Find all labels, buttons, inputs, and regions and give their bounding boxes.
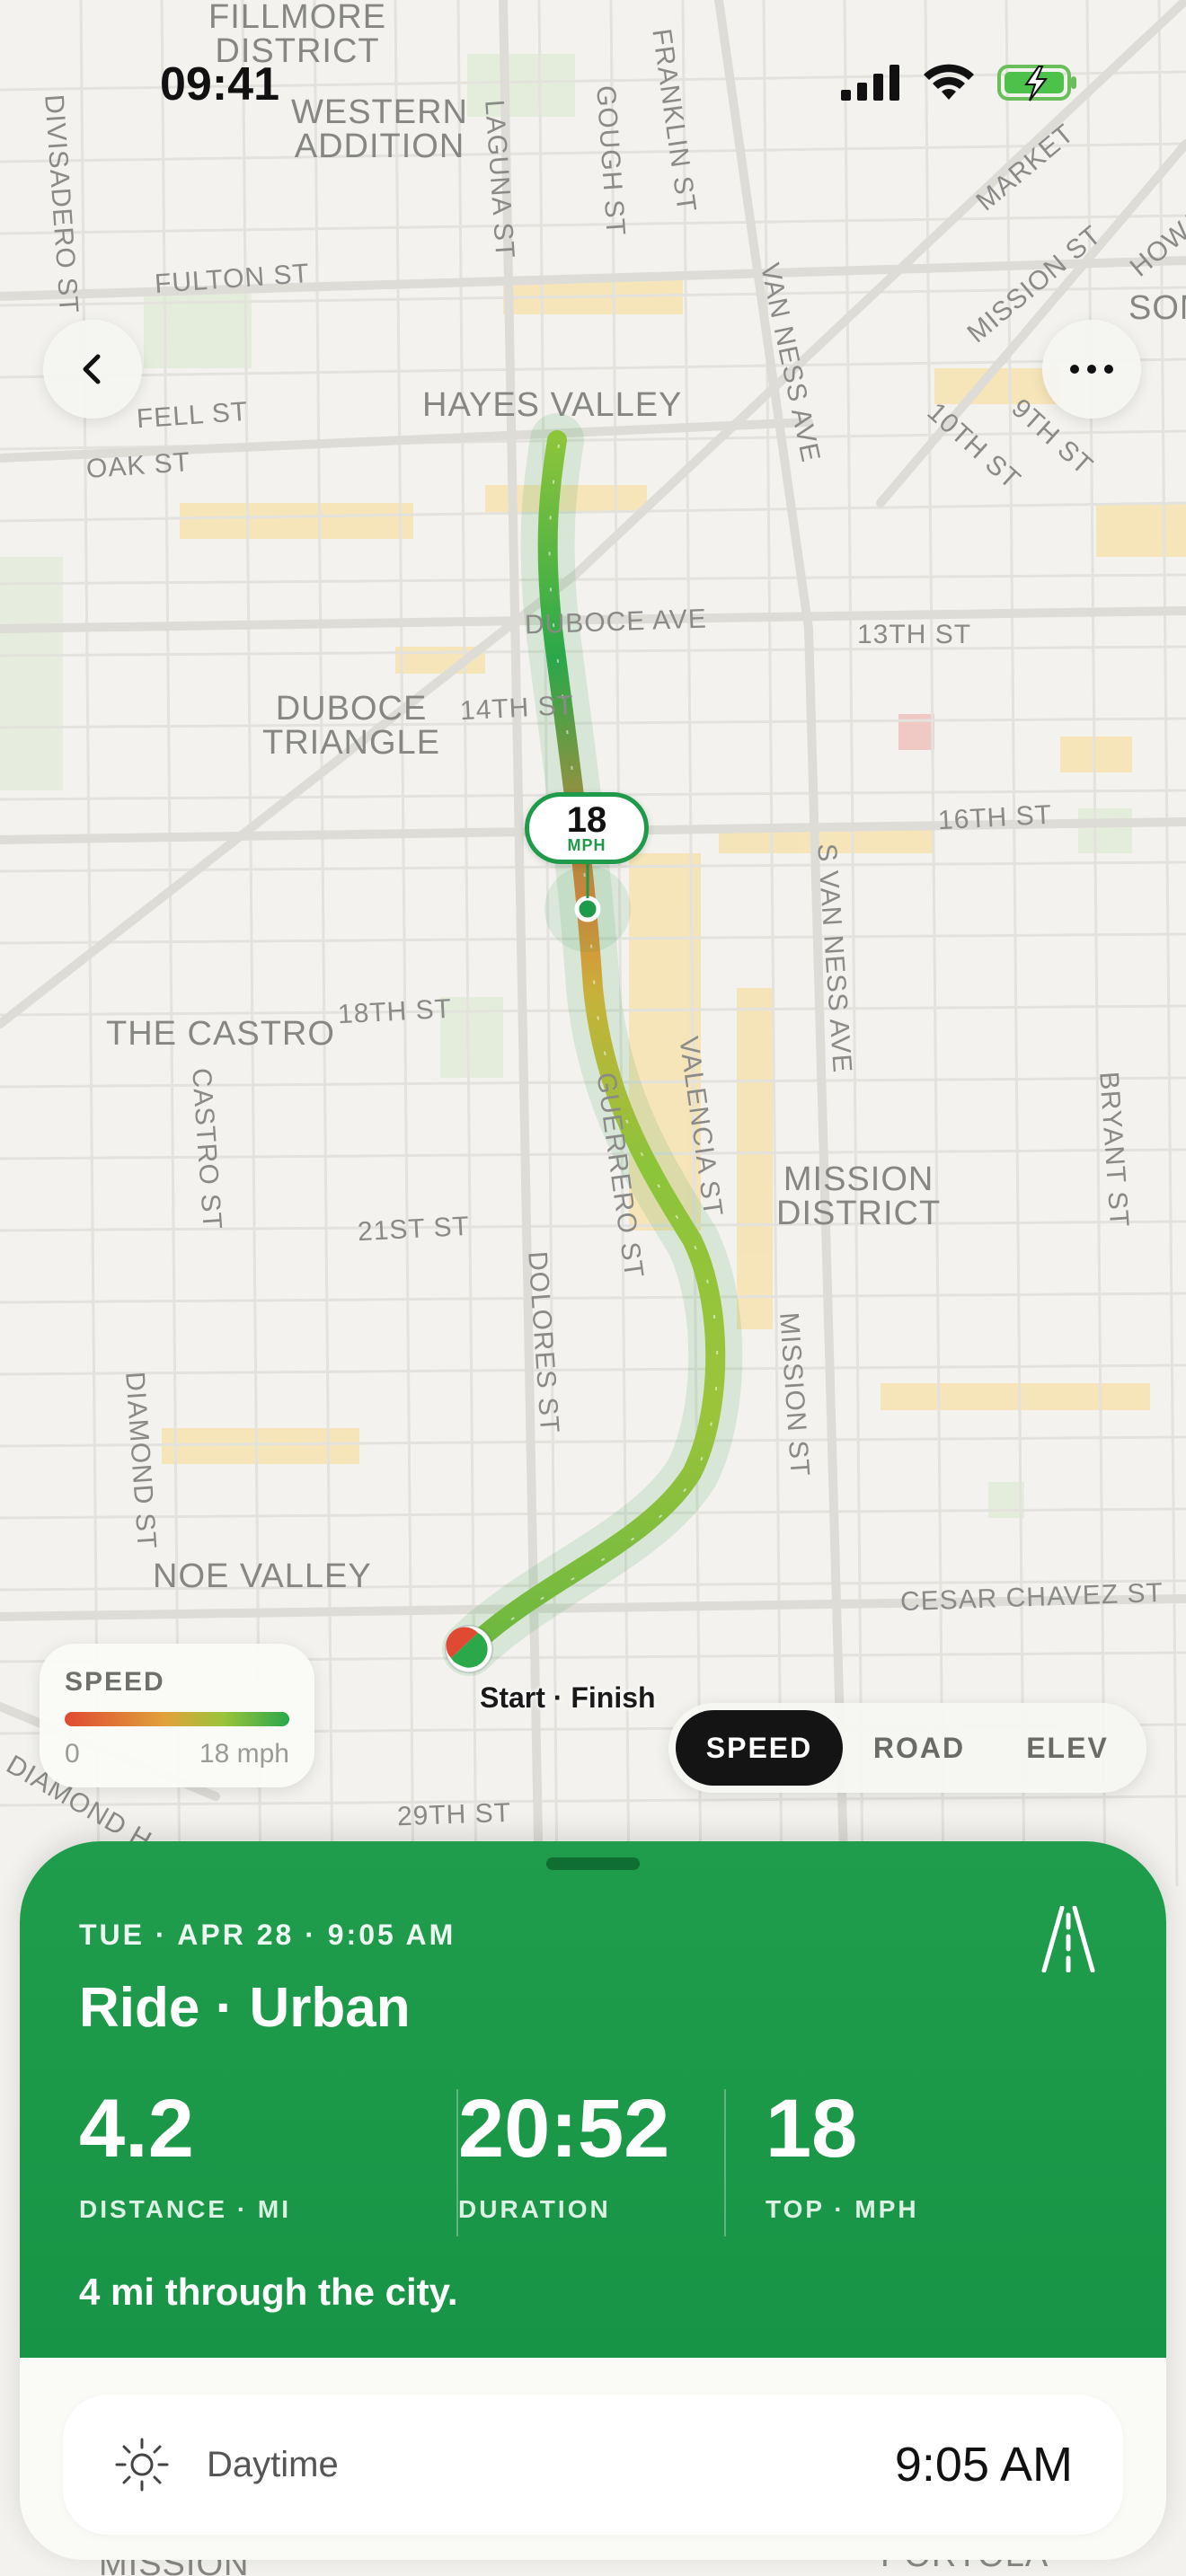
street-16th: 16TH ST bbox=[937, 799, 1053, 836]
district-hayes-valley: HAYES VALLEY bbox=[422, 386, 683, 424]
sheet-grabber[interactable] bbox=[546, 1857, 640, 1870]
ride-summary-card: TUE · APR 28 · 9:05 AM Ride · Urban 4.2 … bbox=[20, 1841, 1166, 2358]
ride-caption: 4 mi through the city. bbox=[79, 2271, 458, 2313]
speed-tag: 18 MPH bbox=[525, 792, 649, 864]
stat-duration: 20:52 DURATION bbox=[458, 2084, 669, 2224]
district-the-castro: THE CASTRO bbox=[106, 1015, 335, 1053]
wifi-icon bbox=[924, 64, 974, 100]
time-of-day-time: 9:05 AM bbox=[894, 2438, 1073, 2492]
stat-top-speed-value: 18 bbox=[766, 2083, 858, 2175]
legend-min: 0 bbox=[65, 1739, 80, 1769]
stat-distance-label: DISTANCE · MI bbox=[79, 2195, 292, 2223]
speed-legend: SPEED 0 18 mph bbox=[40, 1644, 314, 1787]
speed-tag-unit: MPH bbox=[567, 836, 606, 854]
district-western-addition: WESTERN ADDITION bbox=[291, 93, 468, 165]
view-mode-speed[interactable]: SPEED bbox=[676, 1710, 843, 1786]
sun-icon bbox=[115, 2438, 169, 2492]
view-mode-elev[interactable]: ELEV bbox=[996, 1710, 1139, 1786]
ride-title: Ride · Urban bbox=[79, 1977, 411, 2039]
stat-duration-value: 20:52 bbox=[458, 2083, 670, 2175]
current-position-marker bbox=[574, 895, 601, 922]
street-14th: 14TH ST bbox=[459, 690, 575, 727]
chevron-left-icon bbox=[83, 354, 101, 384]
street-13th: 13TH ST bbox=[857, 620, 972, 649]
district-som: SOM bbox=[1128, 289, 1186, 327]
ride-summary-sheet[interactable]: TUE · APR 28 · 9:05 AM Ride · Urban 4.2 … bbox=[20, 1841, 1166, 2560]
legend-max: 18 mph bbox=[199, 1739, 289, 1769]
status-icons bbox=[841, 63, 1078, 102]
stat-top-speed: 18 TOP · MPH bbox=[766, 2084, 919, 2224]
street-duboce-ave: DUBOCE AVE bbox=[524, 604, 708, 640]
time-of-day-label: Daytime bbox=[207, 2444, 339, 2484]
ellipsis-icon bbox=[1070, 365, 1113, 374]
cellular-signal-icon bbox=[841, 65, 899, 101]
back-button[interactable] bbox=[43, 320, 142, 419]
district-mission: MISSION DISTRICT bbox=[776, 1160, 942, 1232]
status-time: 09:41 bbox=[160, 58, 279, 110]
view-mode-road[interactable]: ROAD bbox=[843, 1710, 996, 1786]
stat-distance: 4.2 DISTANCE · MI bbox=[79, 2084, 291, 2224]
ride-date: TUE · APR 28 · 9:05 AM bbox=[79, 1919, 456, 1951]
stat-distance-value: 4.2 bbox=[79, 2083, 194, 2175]
street-29th: 29TH ST bbox=[396, 1797, 512, 1832]
speed-tag-value: 18 bbox=[566, 800, 607, 840]
view-mode-segmented-control: SPEED ROAD ELEV bbox=[668, 1703, 1146, 1793]
legend-title: SPEED bbox=[65, 1667, 165, 1697]
street-18th: 18TH ST bbox=[337, 993, 453, 1030]
street-21st: 21ST ST bbox=[357, 1211, 471, 1248]
legend-gradient-bar bbox=[65, 1712, 289, 1726]
start-finish-label: Start · Finish bbox=[480, 1681, 656, 1714]
more-button[interactable] bbox=[1042, 320, 1141, 419]
stat-divider bbox=[724, 2089, 726, 2236]
road-icon bbox=[1041, 1906, 1095, 1972]
time-of-day-row[interactable]: Daytime 9:05 AM bbox=[63, 2395, 1123, 2535]
district-noe-valley: NOE VALLEY bbox=[153, 1557, 372, 1595]
district-duboce-triangle: DUBOCE TRIANGLE bbox=[262, 690, 441, 762]
start-finish-marker bbox=[445, 1625, 493, 1673]
stat-duration-label: DURATION bbox=[458, 2195, 611, 2223]
battery-charging-icon bbox=[997, 65, 1076, 101]
stat-top-speed-label: TOP · MPH bbox=[766, 2195, 919, 2223]
